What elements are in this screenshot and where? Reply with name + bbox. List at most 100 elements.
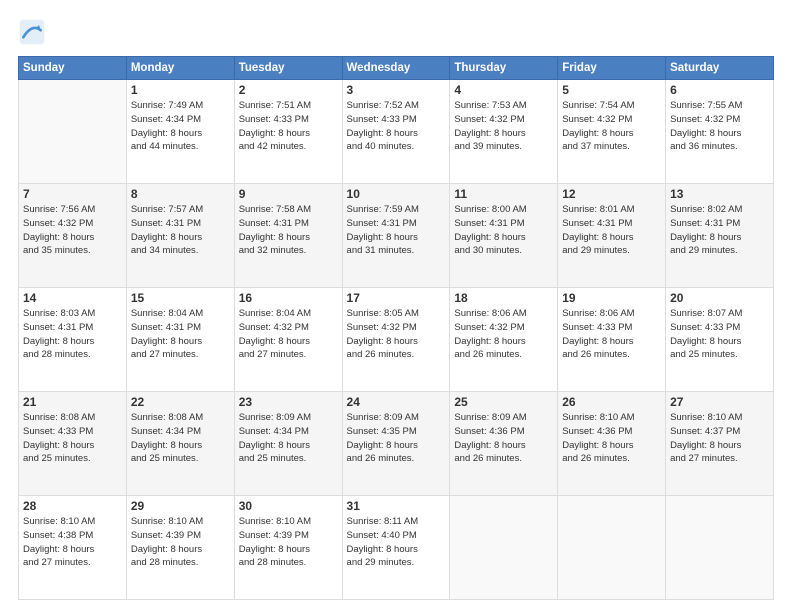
calendar-cell: 24 Sunrise: 8:09 AM Sunset: 4:35 PM Dayli… — [342, 392, 450, 496]
day-info: Sunrise: 8:04 AM Sunset: 4:32 PM Dayligh… — [239, 307, 338, 362]
calendar-cell: 12Sunrise: 8:01 AM Sunset: 4:31 PM Dayli… — [558, 184, 666, 288]
day-number: 11 — [454, 187, 553, 201]
day-info: Sunrise: 8:05 AM Sunset: 4:32 PM Dayligh… — [347, 307, 446, 362]
calendar-cell: 22 Sunrise: 8:08 AM Sunset: 4:34 PM Dayli… — [126, 392, 234, 496]
calendar-cell: 20Sunrise: 8:07 AM Sunset: 4:33 PM Dayli… — [666, 288, 774, 392]
day-number: 25 — [454, 395, 553, 409]
calendar-cell: 8 Sunrise: 7:57 AM Sunset: 4:31 PM Daylig… — [126, 184, 234, 288]
day-number: 7 — [23, 187, 122, 201]
calendar-cell: 2 Sunrise: 7:51 AM Sunset: 4:33 PM Daylig… — [234, 80, 342, 184]
calendar-cell: 21 Sunrise: 8:08 AM Sunset: 4:33 PM Dayli… — [19, 392, 127, 496]
day-info: Sunrise: 8:09 AM Sunset: 4:35 PM Dayligh… — [347, 411, 446, 466]
day-info: Sunrise: 8:09 AM Sunset: 4:36 PM Dayligh… — [454, 411, 553, 466]
calendar-cell: 27 Sunrise: 8:10 AM Sunset: 4:37 PM Dayli… — [666, 392, 774, 496]
calendar-cell: 18 Sunrise: 8:06 AM Sunset: 4:32 PM Dayli… — [450, 288, 558, 392]
day-number: 19 — [562, 291, 661, 305]
calendar-cell: 19 Sunrise: 8:06 AM Sunset: 4:33 PM Dayli… — [558, 288, 666, 392]
day-info: Sunrise: 7:57 AM Sunset: 4:31 PM Dayligh… — [131, 203, 230, 258]
calendar-week-row: 14 Sunrise: 8:03 AM Sunset: 4:31 PM Dayli… — [19, 288, 774, 392]
day-number: 29 — [131, 499, 230, 513]
calendar-cell: 26 Sunrise: 8:10 AM Sunset: 4:36 PM Dayli… — [558, 392, 666, 496]
day-number: 6 — [670, 83, 769, 97]
day-number: 17 — [347, 291, 446, 305]
page: SundayMondayTuesdayWednesdayThursdayFrid… — [0, 0, 792, 612]
day-info: Sunrise: 7:59 AM Sunset: 4:31 PM Dayligh… — [347, 203, 446, 258]
calendar-cell: 11Sunrise: 8:00 AM Sunset: 4:31 PM Dayli… — [450, 184, 558, 288]
calendar-cell: 25 Sunrise: 8:09 AM Sunset: 4:36 PM Dayli… — [450, 392, 558, 496]
weekday-header-sunday: Sunday — [19, 57, 127, 80]
calendar-cell: 4 Sunrise: 7:53 AM Sunset: 4:32 PM Daylig… — [450, 80, 558, 184]
calendar-cell: 16 Sunrise: 8:04 AM Sunset: 4:32 PM Dayli… — [234, 288, 342, 392]
calendar-cell: 3 Sunrise: 7:52 AM Sunset: 4:33 PM Daylig… — [342, 80, 450, 184]
calendar-cell — [666, 496, 774, 600]
day-number: 13 — [670, 187, 769, 201]
day-info: Sunrise: 7:51 AM Sunset: 4:33 PM Dayligh… — [239, 99, 338, 154]
calendar-cell: 28 Sunrise: 8:10 AM Sunset: 4:38 PM Dayli… — [19, 496, 127, 600]
day-info: Sunrise: 8:11 AM Sunset: 4:40 PM Dayligh… — [347, 515, 446, 570]
calendar-cell: 31 Sunrise: 8:11 AM Sunset: 4:40 PM Dayli… — [342, 496, 450, 600]
day-number: 30 — [239, 499, 338, 513]
calendar-cell: 23 Sunrise: 8:09 AM Sunset: 4:34 PM Dayli… — [234, 392, 342, 496]
day-info: Sunrise: 7:56 AM Sunset: 4:32 PM Dayligh… — [23, 203, 122, 258]
day-number: 8 — [131, 187, 230, 201]
day-number: 15 — [131, 291, 230, 305]
day-info: Sunrise: 8:06 AM Sunset: 4:32 PM Dayligh… — [454, 307, 553, 362]
day-info: Sunrise: 8:06 AM Sunset: 4:33 PM Dayligh… — [562, 307, 661, 362]
calendar-cell: 9Sunrise: 7:58 AM Sunset: 4:31 PM Daylig… — [234, 184, 342, 288]
calendar-week-row: 1 Sunrise: 7:49 AM Sunset: 4:34 PM Daylig… — [19, 80, 774, 184]
calendar-cell — [19, 80, 127, 184]
day-info: Sunrise: 7:52 AM Sunset: 4:33 PM Dayligh… — [347, 99, 446, 154]
day-number: 3 — [347, 83, 446, 97]
calendar-cell: 14 Sunrise: 8:03 AM Sunset: 4:31 PM Dayli… — [19, 288, 127, 392]
calendar-cell: 13 Sunrise: 8:02 AM Sunset: 4:31 PM Dayli… — [666, 184, 774, 288]
day-number: 21 — [23, 395, 122, 409]
calendar-cell: 30 Sunrise: 8:10 AM Sunset: 4:39 PM Dayli… — [234, 496, 342, 600]
day-number: 27 — [670, 395, 769, 409]
calendar-cell: 5 Sunrise: 7:54 AM Sunset: 4:32 PM Daylig… — [558, 80, 666, 184]
calendar-cell — [558, 496, 666, 600]
day-number: 5 — [562, 83, 661, 97]
day-info: Sunrise: 7:53 AM Sunset: 4:32 PM Dayligh… — [454, 99, 553, 154]
calendar-cell: 10Sunrise: 7:59 AM Sunset: 4:31 PM Dayli… — [342, 184, 450, 288]
day-info: Sunrise: 7:58 AM Sunset: 4:31 PM Dayligh… — [239, 203, 338, 258]
calendar-cell: 17 Sunrise: 8:05 AM Sunset: 4:32 PM Dayli… — [342, 288, 450, 392]
day-number: 4 — [454, 83, 553, 97]
day-number: 1 — [131, 83, 230, 97]
day-info: Sunrise: 8:03 AM Sunset: 4:31 PM Dayligh… — [23, 307, 122, 362]
day-info: Sunrise: 8:10 AM Sunset: 4:39 PM Dayligh… — [239, 515, 338, 570]
day-info: Sunrise: 7:49 AM Sunset: 4:34 PM Dayligh… — [131, 99, 230, 154]
day-number: 23 — [239, 395, 338, 409]
day-info: Sunrise: 8:10 AM Sunset: 4:38 PM Dayligh… — [23, 515, 122, 570]
weekday-header-saturday: Saturday — [666, 57, 774, 80]
day-number: 31 — [347, 499, 446, 513]
day-info: Sunrise: 8:10 AM Sunset: 4:37 PM Dayligh… — [670, 411, 769, 466]
header — [18, 18, 774, 46]
day-info: Sunrise: 7:55 AM Sunset: 4:32 PM Dayligh… — [670, 99, 769, 154]
day-number: 24 — [347, 395, 446, 409]
day-info: Sunrise: 8:09 AM Sunset: 4:34 PM Dayligh… — [239, 411, 338, 466]
logo — [18, 18, 50, 46]
day-number: 18 — [454, 291, 553, 305]
day-info: Sunrise: 8:10 AM Sunset: 4:39 PM Dayligh… — [131, 515, 230, 570]
day-number: 2 — [239, 83, 338, 97]
weekday-header-friday: Friday — [558, 57, 666, 80]
weekday-header-wednesday: Wednesday — [342, 57, 450, 80]
calendar-week-row: 28 Sunrise: 8:10 AM Sunset: 4:38 PM Dayli… — [19, 496, 774, 600]
calendar-cell: 7 Sunrise: 7:56 AM Sunset: 4:32 PM Daylig… — [19, 184, 127, 288]
calendar-table: SundayMondayTuesdayWednesdayThursdayFrid… — [18, 56, 774, 600]
calendar-cell: 1 Sunrise: 7:49 AM Sunset: 4:34 PM Daylig… — [126, 80, 234, 184]
day-info: Sunrise: 7:54 AM Sunset: 4:32 PM Dayligh… — [562, 99, 661, 154]
calendar-week-row: 7 Sunrise: 7:56 AM Sunset: 4:32 PM Daylig… — [19, 184, 774, 288]
day-number: 28 — [23, 499, 122, 513]
calendar-cell: 6 Sunrise: 7:55 AM Sunset: 4:32 PM Daylig… — [666, 80, 774, 184]
day-number: 22 — [131, 395, 230, 409]
day-number: 16 — [239, 291, 338, 305]
calendar-cell — [450, 496, 558, 600]
day-info: Sunrise: 8:08 AM Sunset: 4:34 PM Dayligh… — [131, 411, 230, 466]
day-number: 12 — [562, 187, 661, 201]
day-number: 26 — [562, 395, 661, 409]
day-info: Sunrise: 8:08 AM Sunset: 4:33 PM Dayligh… — [23, 411, 122, 466]
day-info: Sunrise: 8:10 AM Sunset: 4:36 PM Dayligh… — [562, 411, 661, 466]
day-info: Sunrise: 8:02 AM Sunset: 4:31 PM Dayligh… — [670, 203, 769, 258]
day-number: 14 — [23, 291, 122, 305]
